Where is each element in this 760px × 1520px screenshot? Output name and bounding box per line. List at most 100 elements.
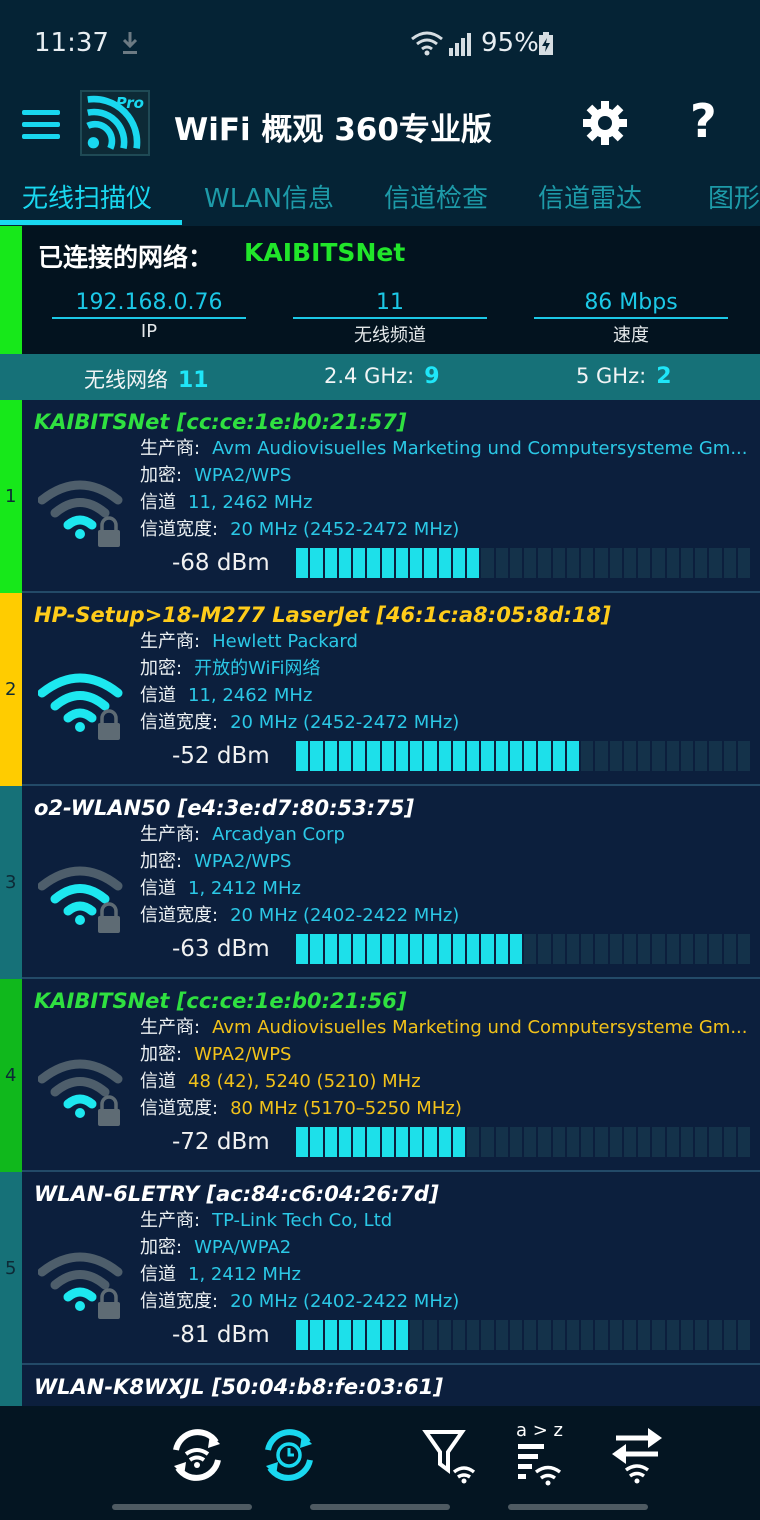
signal-segment [552,548,565,578]
signal-segment [495,1127,508,1157]
signal-segment [509,934,522,964]
signal-segment [524,934,537,964]
signal-segment [638,1320,651,1350]
signal-segment [566,1127,579,1157]
signal-segment [609,1127,622,1157]
signal-segment [509,1127,522,1157]
signal-segment [680,548,693,578]
channel-value: 11, 2462 MHz [188,685,313,706]
network-width-row: 信道宽度: 20 MHz (2452-2472 MHz) [140,515,459,541]
signal-segment [666,548,679,578]
signal-segment [367,934,380,964]
tab-channel-check[interactable]: 信道检查 [384,180,488,226]
signal-segment [481,934,494,964]
summary-networks-label: 无线网络 [84,368,168,392]
signal-segment [623,741,636,771]
signal-segment [381,741,394,771]
network-card-1[interactable]: 1 KAIBITSNet [cc:ce:1e:b0:21:57] 生产商: Avm… [0,400,760,593]
network-ssid: KAIBITSNet [cc:ce:1e:b0:21:57] [34,410,407,434]
encryption-value: WPA2/WPS [194,1044,292,1065]
signal-segment [581,548,594,578]
summary-5ghz-count: 2 [656,364,672,389]
network-list[interactable]: 1 KAIBITSNet [cc:ce:1e:b0:21:57] 生产商: Avm… [0,400,760,1406]
channel-value: 11, 2462 MHz [188,492,313,513]
signal-segment [452,1320,465,1350]
speed-label: 速度 [613,325,649,346]
network-index: 3 [5,872,17,893]
network-card-3[interactable]: 3 o2-WLAN50 [e4:3e:d7:80:53:75] 生产商: Arca… [0,786,760,979]
signal-segment [581,1127,594,1157]
speed-value: 86 Mbps [534,290,728,319]
signal-dbm-value: -63 [172,936,210,962]
signal-segment [338,1320,351,1350]
signal-segment [395,1127,408,1157]
signal-dbm-value: -81 [172,1322,210,1348]
channel-value: 1, 2412 MHz [188,878,301,899]
signal-segment [638,934,651,964]
signal-segment [552,741,565,771]
signal-segment [452,934,465,964]
network-card-6[interactable]: WLAN-K8WXJL [50:04:b8:fe:03:61] [0,1365,760,1406]
signal-segment [737,1320,750,1350]
signal-segment [538,1320,551,1350]
signal-segment [410,741,423,771]
signal-segment [438,934,451,964]
signal-segment [538,934,551,964]
signal-segment [695,1320,708,1350]
signal-segment [524,548,537,578]
signal-segment [723,741,736,771]
logo-pro-badge: Pro [115,94,144,112]
network-card-4[interactable]: 4 KAIBITSNet [cc:ce:1e:b0:21:56] 生产商: Avm… [0,979,760,1172]
download-icon [122,32,138,54]
sort-az-icon [518,1444,562,1486]
signal-segment [367,1127,380,1157]
signal-segment [381,548,394,578]
network-card-5[interactable]: 5 WLAN-6LETRY [ac:84:c6:04:26:7d] 生产商: TP… [0,1172,760,1365]
signal-dbm-unit: dBm [216,1129,270,1155]
signal-segment [438,548,451,578]
network-width-row: 信道宽度: 20 MHz (2402-2422 MHz) [140,901,459,927]
signal-segment [381,934,394,964]
signal-segment [566,548,579,578]
summary-5ghz-label: 5 GHz: [576,364,647,388]
signal-dbm: -68 dBm [172,550,270,576]
width-value: 20 MHz (2452-2472 MHz) [230,519,460,540]
signal-segment [353,934,366,964]
signal-segment [410,1127,423,1157]
refresh-wifi-icon[interactable] [166,1424,228,1486]
tab-wlan-info[interactable]: WLAN信息 [204,180,334,226]
filter-wifi-icon[interactable] [420,1424,482,1486]
signal-segment [381,1127,394,1157]
signal-dbm-unit: dBm [216,550,270,576]
ip-value: 192.168.0.76 [52,290,246,319]
network-card-2[interactable]: 2 HP-Setup>18-M277 LaserJet [46:1c:a8:05… [0,593,760,786]
network-color-bar: 2 [0,593,22,786]
signal-segment [467,548,480,578]
signal-segment [552,934,565,964]
signal-segment [652,934,665,964]
signal-segment [737,548,750,578]
channel-value: 48 (42), 5240 (5210) MHz [188,1071,421,1092]
tab-channel-radar[interactable]: 信道雷达 [538,180,642,226]
summary-networks-count: 11 [178,368,209,393]
vendor-label: 生产商: [140,631,201,652]
network-vendor-row: 生产商: Arcadyan Corp [140,820,345,846]
signal-segment [566,741,579,771]
signal-segment [424,548,437,578]
nav-handle-center [310,1504,450,1510]
network-vendor-row: 生产商: Avm Audiovisuelles Marketing und Com… [140,434,748,460]
switch-arrows-icon[interactable] [606,1424,668,1486]
vendor-value: Avm Audiovisuelles Marketing und Compute… [212,438,748,459]
menu-icon[interactable] [22,110,60,142]
sort-az-button[interactable]: a > z [514,1420,576,1486]
connected-title: 已连接的网络： [38,243,214,272]
gear-icon[interactable] [582,100,628,146]
signal-segment [338,1127,351,1157]
sort-az-label: a > z [516,1420,564,1441]
help-icon[interactable]: ? [690,94,717,148]
auto-refresh-timer-icon[interactable] [258,1424,320,1486]
channel-label: 信道 [140,492,176,513]
signal-segment [737,934,750,964]
tab-graph[interactable]: 图形 [708,180,760,226]
signal-segment [538,1127,551,1157]
